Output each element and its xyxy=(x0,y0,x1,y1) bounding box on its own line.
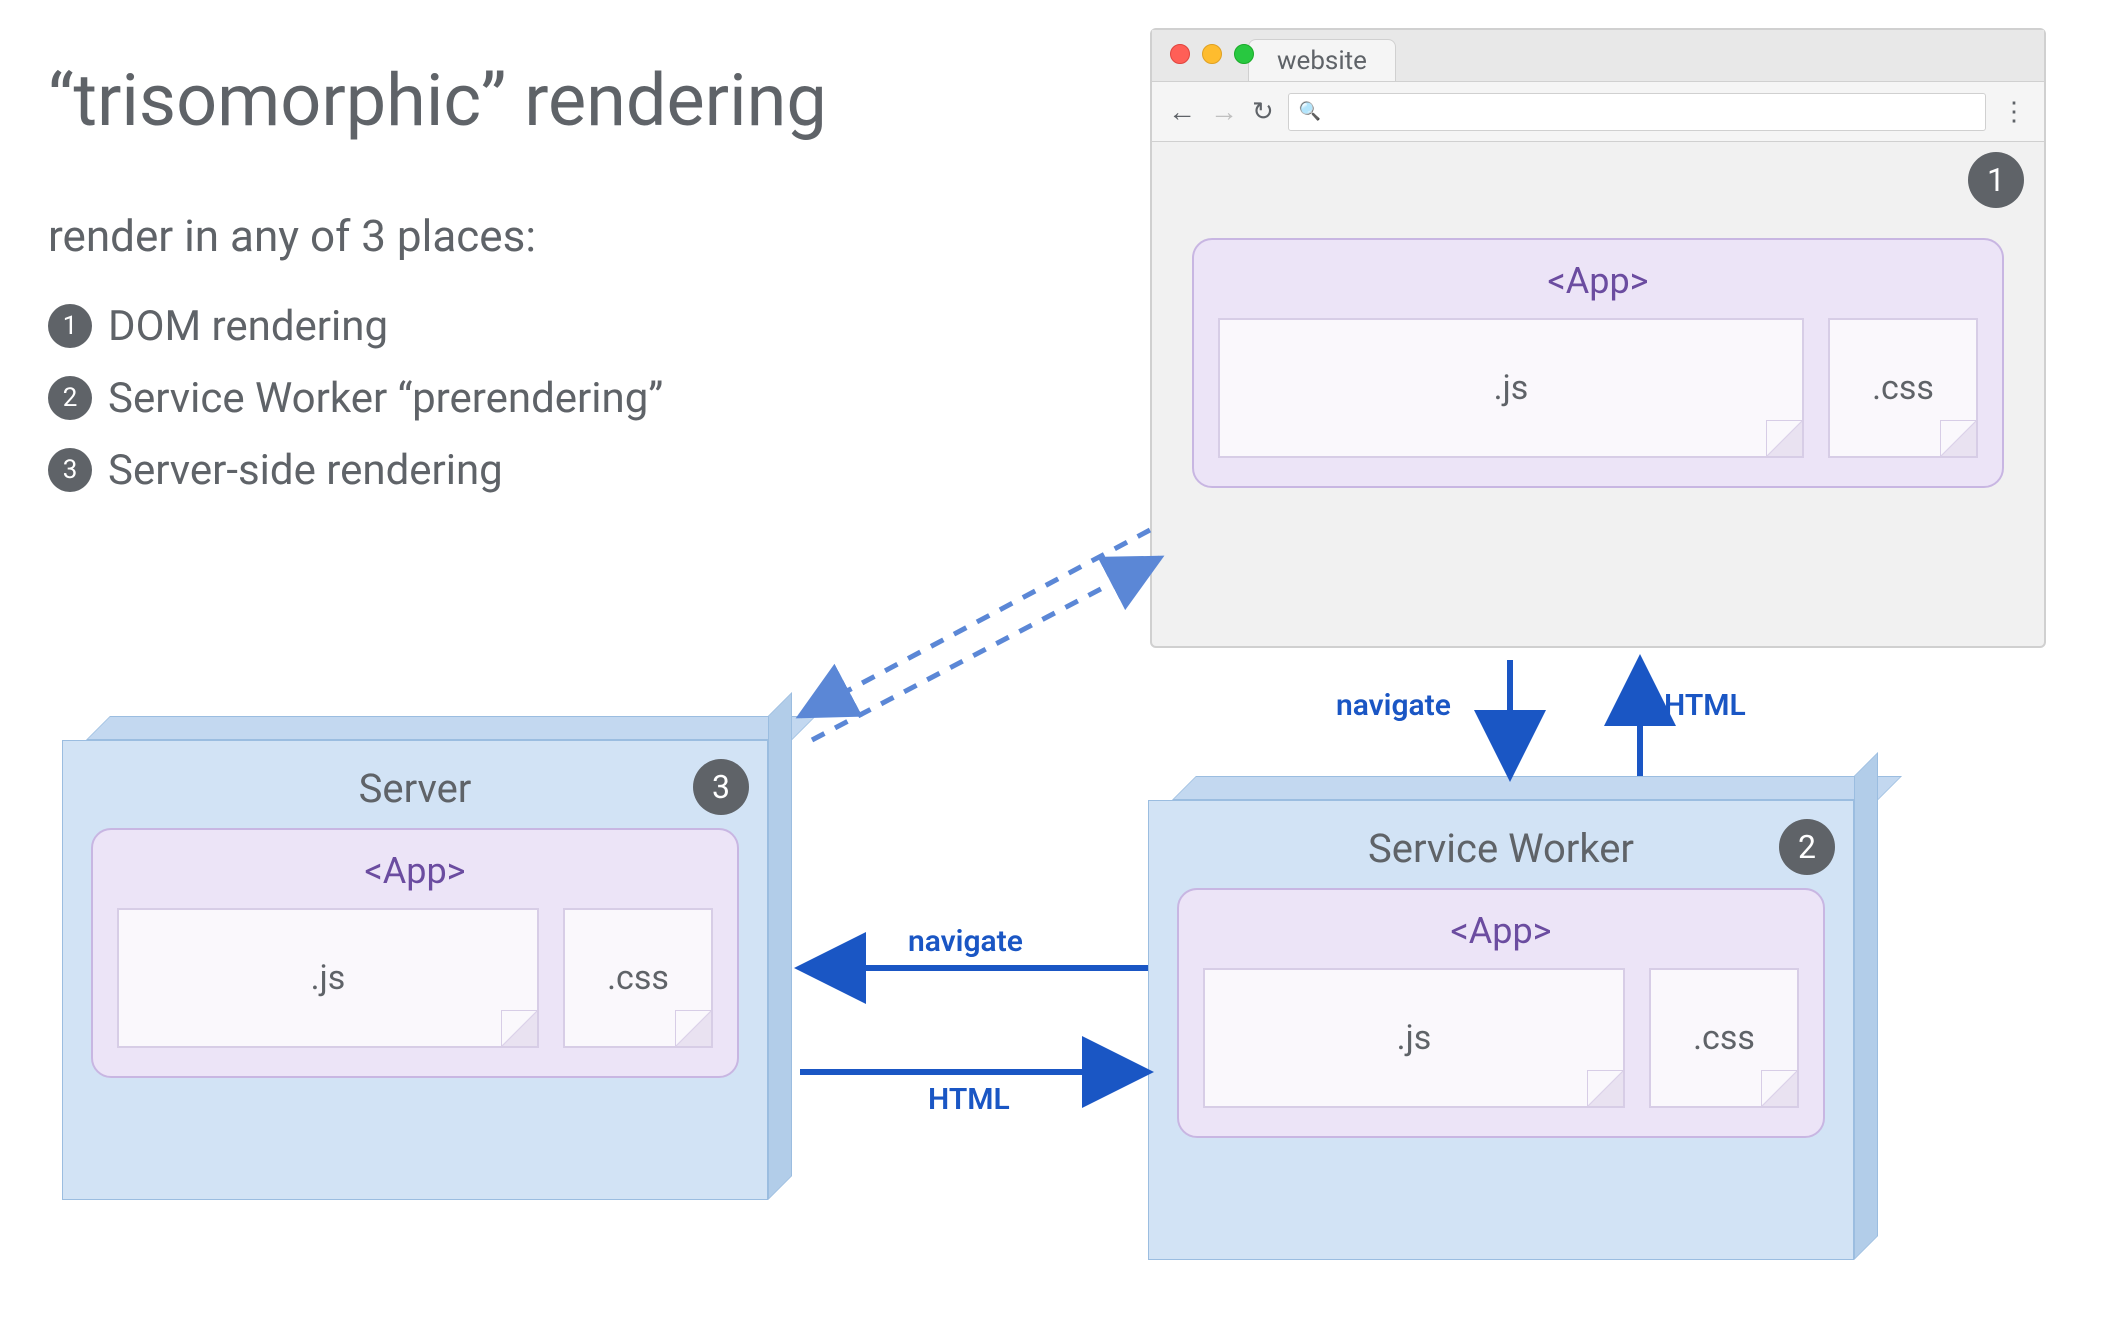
list-number-badge: 1 xyxy=(48,304,92,348)
file-row: .js .css xyxy=(117,908,713,1048)
diagram-subtitle: render in any of 3 places: xyxy=(48,210,536,262)
location-badge-3: 3 xyxy=(693,759,749,815)
list-item-label: Server-side rendering xyxy=(108,446,503,495)
diagram-title: “trisomorphic” rendering xyxy=(48,58,827,143)
css-file-icon: .css xyxy=(1828,318,1978,458)
list-number-badge: 3 xyxy=(48,448,92,492)
app-panel: <App> .js .css xyxy=(1177,888,1825,1138)
file-ext-label: .css xyxy=(1693,1018,1755,1058)
close-icon xyxy=(1170,44,1190,64)
list-number-badge: 2 xyxy=(48,376,92,420)
minimize-icon xyxy=(1202,44,1222,64)
arrow-label-navigate-left: navigate xyxy=(908,924,1023,959)
arrow-label-navigate-down: navigate xyxy=(1336,688,1451,723)
file-ext-label: .css xyxy=(607,958,669,998)
browser-tabbar: website xyxy=(1152,30,2044,82)
file-ext-label: .css xyxy=(1872,368,1934,408)
browser-window: website ← → ↻ 🔍 ⋮ 1 <App> .js .css xyxy=(1150,28,2046,648)
app-label: <App> xyxy=(117,850,713,892)
app-label: <App> xyxy=(1203,910,1799,952)
location-badge-1: 1 xyxy=(1968,152,2024,208)
server-title: Server xyxy=(91,765,739,812)
file-ext-label: .js xyxy=(1494,368,1529,408)
forward-icon: → xyxy=(1210,95,1238,128)
browser-viewport: 1 <App> .js .css xyxy=(1152,142,2044,646)
search-icon: 🔍 xyxy=(1299,101,1321,122)
window-traffic-lights xyxy=(1170,44,1254,64)
js-file-icon: .js xyxy=(1203,968,1625,1108)
file-ext-label: .js xyxy=(1397,1018,1432,1058)
reload-icon: ↻ xyxy=(1252,97,1274,127)
list-item: 2 Service Worker “prerendering” xyxy=(48,362,663,434)
arrow-label-html-right: HTML xyxy=(928,1082,1010,1117)
app-panel: <App> .js .css xyxy=(1192,238,2004,488)
app-label: <App> xyxy=(1218,260,1978,302)
file-row: .js .css xyxy=(1203,968,1799,1108)
list-item: 1 DOM rendering xyxy=(48,290,663,362)
list-item: 3 Server-side rendering xyxy=(48,434,663,506)
list-item-label: Service Worker “prerendering” xyxy=(108,374,663,423)
menu-icon: ⋮ xyxy=(2000,97,2028,127)
browser-toolbar: ← → ↻ 🔍 ⋮ xyxy=(1152,82,2044,142)
location-badge-2: 2 xyxy=(1779,819,1835,875)
back-icon: ← xyxy=(1168,95,1196,128)
address-bar: 🔍 xyxy=(1288,93,1986,131)
service-worker-title: Service Worker xyxy=(1177,825,1825,872)
list-item-label: DOM rendering xyxy=(108,302,388,351)
server-block: Server 3 <App> .js .css xyxy=(62,740,768,1200)
maximize-icon xyxy=(1234,44,1254,64)
js-file-icon: .js xyxy=(1218,318,1804,458)
css-file-icon: .css xyxy=(1649,968,1799,1108)
file-ext-label: .js xyxy=(311,958,346,998)
js-file-icon: .js xyxy=(117,908,539,1048)
file-row: .js .css xyxy=(1218,318,1978,458)
app-panel: <App> .js .css xyxy=(91,828,739,1078)
browser-tab: website xyxy=(1248,39,1396,81)
places-list: 1 DOM rendering 2 Service Worker “preren… xyxy=(48,290,663,506)
css-file-icon: .css xyxy=(563,908,713,1048)
arrow-label-html-up: HTML xyxy=(1664,688,1746,723)
service-worker-block: Service Worker 2 <App> .js .css xyxy=(1148,800,1854,1260)
